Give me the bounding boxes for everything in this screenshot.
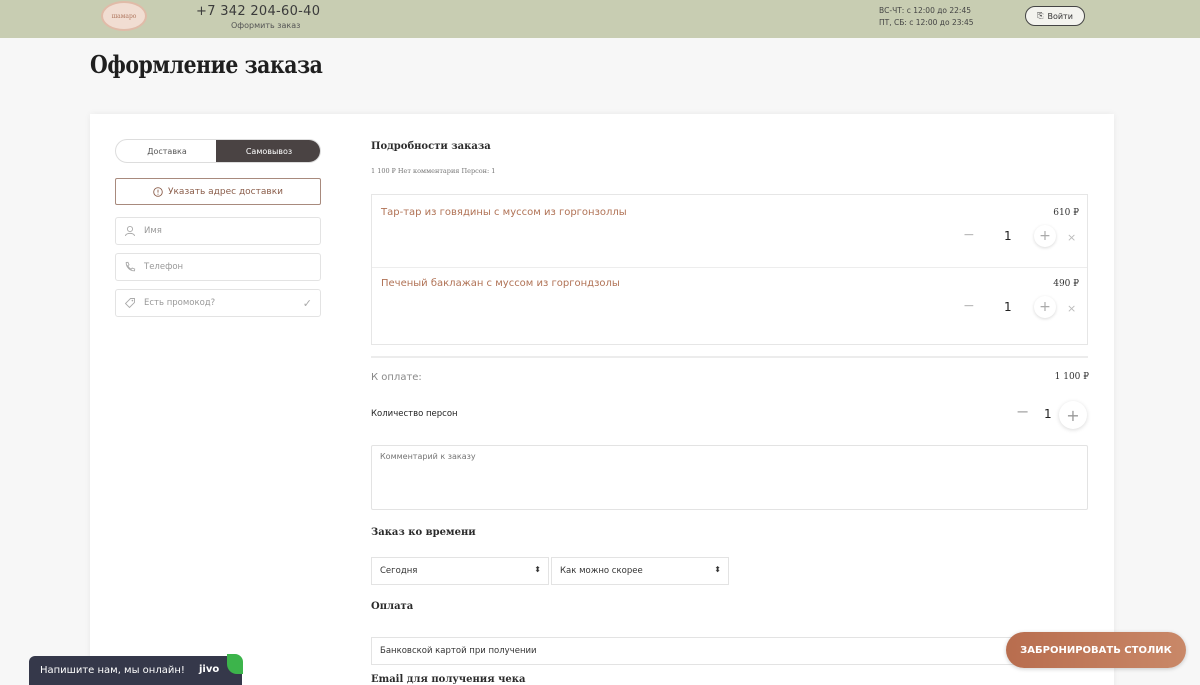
item-price: 490 ₽ bbox=[1053, 279, 1079, 289]
checkout-card: Доставка Самовывоз Указать адрес доставк… bbox=[90, 114, 1114, 685]
item-qty: 1 bbox=[1004, 229, 1012, 243]
day-select[interactable]: Сегодня ⬍ bbox=[371, 557, 549, 585]
name-placeholder: Имя bbox=[144, 226, 162, 236]
select-arrows-icon: ⬍ bbox=[534, 565, 541, 574]
day-value: Сегодня bbox=[380, 566, 418, 576]
pay-label: К оплате: bbox=[371, 372, 422, 383]
delivery-address-button[interactable]: Указать адрес доставки bbox=[115, 178, 321, 205]
close-icon[interactable]: × bbox=[1067, 231, 1076, 244]
info-icon bbox=[153, 186, 163, 197]
plus-icon[interactable]: + bbox=[1034, 225, 1056, 247]
item-name[interactable]: Тар-тар из говядины с муссом из горгонзо… bbox=[381, 207, 627, 218]
login-icon: ⎘ bbox=[1037, 11, 1044, 20]
site-header: шамаро +7 342 204-60-40 Оформить заказ В… bbox=[0, 0, 1200, 38]
payment-value: Банковской картой при получении bbox=[380, 646, 537, 656]
chat-brand: jivo bbox=[199, 664, 220, 675]
order-summary: 1 100 ₽ Нет комментария Персон: 1 bbox=[371, 167, 496, 175]
pay-amount: 1 100 ₽ bbox=[1054, 372, 1089, 382]
check-icon[interactable]: ✓ bbox=[303, 297, 312, 310]
phone-icon bbox=[125, 261, 136, 272]
time-title: Заказ ко времени bbox=[371, 527, 476, 538]
order-link[interactable]: Оформить заказ bbox=[231, 21, 300, 30]
item-name[interactable]: Печеный баклажан с муссом из горгондзолы bbox=[381, 278, 620, 289]
login-button[interactable]: ⎘ Войти bbox=[1025, 6, 1085, 26]
close-icon[interactable]: × bbox=[1067, 302, 1076, 315]
phone-placeholder: Телефон bbox=[144, 262, 184, 272]
payment-title: Оплата bbox=[371, 601, 414, 612]
order-details-title: Подробности заказа bbox=[371, 141, 491, 152]
toggle-pickup[interactable]: Самовывоз bbox=[216, 140, 320, 162]
book-table-button[interactable]: ЗАБРОНИРОВАТЬ СТОЛИК bbox=[1006, 632, 1186, 668]
persons-plus-icon[interactable]: + bbox=[1059, 401, 1087, 429]
order-items: Тар-тар из говядины с муссом из горгонзо… bbox=[371, 194, 1088, 345]
item-price: 610 ₽ bbox=[1053, 208, 1079, 218]
comment-input[interactable] bbox=[371, 445, 1088, 510]
user-icon bbox=[125, 225, 135, 237]
item-qty: 1 bbox=[1004, 300, 1012, 314]
logo-text: шамаро bbox=[111, 12, 137, 20]
time-value: Как можно скорее bbox=[560, 566, 643, 576]
page-title: Оформление заказа bbox=[90, 50, 323, 79]
address-button-label: Указать адрес доставки bbox=[168, 186, 283, 197]
email-title: Email для получения чека bbox=[371, 674, 526, 685]
minus-icon[interactable]: − bbox=[963, 298, 975, 314]
promo-placeholder: Есть промокод? bbox=[144, 298, 216, 308]
hours-line-2: ПТ, СБ: с 12:00 до 23:45 bbox=[879, 18, 974, 27]
promo-field[interactable]: Есть промокод? ✓ bbox=[115, 289, 321, 317]
hours-line-1: ВС-ЧТ: с 12:00 до 22:45 bbox=[879, 6, 971, 15]
persons-label: Количество персон bbox=[371, 409, 458, 419]
persons-minus-icon[interactable]: − bbox=[1016, 402, 1029, 421]
time-select[interactable]: Как можно скорее ⬍ bbox=[551, 557, 729, 585]
chat-text: Напишите нам, мы онлайн! bbox=[40, 665, 185, 676]
name-field[interactable]: Имя bbox=[115, 217, 321, 245]
header-phone[interactable]: +7 342 204-60-40 bbox=[196, 4, 320, 19]
tag-icon bbox=[124, 298, 135, 309]
minus-icon[interactable]: − bbox=[963, 227, 975, 243]
logo[interactable]: шамаро bbox=[101, 1, 147, 31]
phone-field[interactable]: Телефон bbox=[115, 253, 321, 281]
plus-icon[interactable]: + bbox=[1034, 296, 1056, 318]
login-label: Войти bbox=[1047, 11, 1073, 21]
toggle-delivery[interactable]: Доставка bbox=[116, 140, 218, 162]
divider bbox=[371, 356, 1088, 358]
working-hours: ВС-ЧТ: с 12:00 до 22:45 ПТ, СБ: с 12:00 … bbox=[879, 5, 974, 29]
item-divider bbox=[372, 267, 1087, 268]
payment-select[interactable]: Банковской картой при получении bbox=[371, 637, 1088, 665]
chat-widget[interactable]: Напишите нам, мы онлайн! jivo bbox=[29, 654, 243, 685]
delivery-toggle: Доставка Самовывоз bbox=[115, 139, 321, 163]
select-arrows-icon: ⬍ bbox=[714, 565, 721, 574]
persons-qty: 1 bbox=[1044, 407, 1052, 421]
chat-status-icon bbox=[227, 654, 243, 674]
